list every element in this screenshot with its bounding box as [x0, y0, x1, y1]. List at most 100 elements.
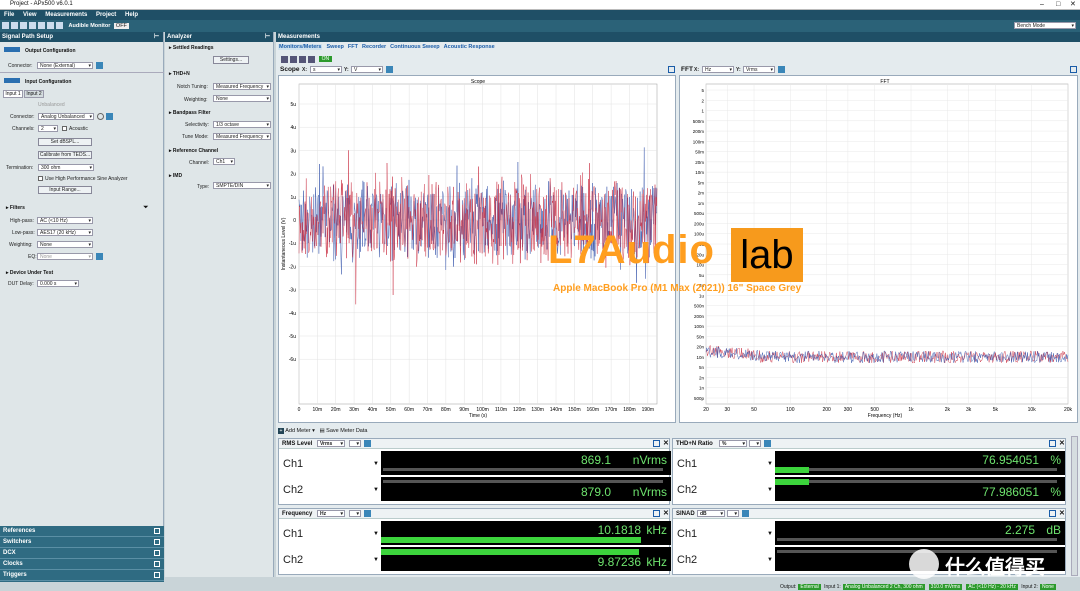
frequency-menu-select[interactable] — [349, 510, 361, 517]
close-icon[interactable]: ✕ — [1059, 509, 1065, 519]
dut-delay-input[interactable]: 0.000 s — [37, 280, 79, 287]
expand-icon[interactable] — [653, 440, 660, 447]
output-connector-select[interactable]: None (External) — [37, 62, 93, 69]
nav-triggers[interactable]: Triggers — [0, 570, 164, 581]
thdn-menu-select[interactable] — [749, 440, 761, 447]
imd-type-select[interactable]: SMPTE/DIN — [213, 182, 271, 189]
dropdown-icon[interactable]: ▼ — [767, 557, 773, 563]
tab-input-2[interactable]: Input 2 — [24, 90, 44, 98]
fft-x-unit-select[interactable]: Hz — [702, 66, 734, 73]
weighting-select[interactable]: None — [37, 241, 93, 248]
scope-y-unit-select[interactable]: V — [351, 66, 383, 73]
pin-icon[interactable]: ⊢ — [154, 32, 159, 42]
menu-view[interactable]: View — [23, 12, 37, 18]
dropdown-icon[interactable]: ▼ — [373, 487, 379, 493]
sinad-unit-select[interactable]: dB — [697, 510, 725, 517]
rms-menu-select[interactable] — [349, 440, 361, 447]
menu-project[interactable]: Project — [96, 12, 116, 18]
expand-icon[interactable] — [1049, 510, 1056, 517]
nav-clocks[interactable]: Clocks — [0, 559, 164, 570]
hp-sine-checkbox[interactable] — [38, 176, 43, 181]
expand-icon[interactable] — [1070, 66, 1077, 73]
tab-fft[interactable]: FFT — [348, 44, 358, 50]
stop-icon[interactable] — [38, 22, 45, 29]
add-meter-icon[interactable]: + — [278, 428, 284, 434]
input-connector-select[interactable]: Analog Unbalanced — [38, 113, 94, 120]
dropdown-icon[interactable]: ▼ — [373, 557, 379, 563]
bench-mode-select[interactable]: Bench Mode — [1014, 22, 1076, 29]
close-icon[interactable]: ✕ — [663, 439, 669, 449]
minimize-button[interactable]: – — [1040, 0, 1044, 9]
gear-icon[interactable] — [386, 66, 393, 73]
gear-icon[interactable] — [106, 113, 113, 120]
dropdown-icon[interactable]: ▼ — [373, 461, 379, 467]
termination-select[interactable]: 300 ohm — [38, 164, 94, 171]
calibrate-teds-button[interactable]: Calibrate from TEDS... — [38, 151, 92, 159]
run-toggle[interactable]: ON — [318, 56, 333, 62]
add-meter-button[interactable]: Add Meter — [285, 428, 310, 434]
nav-dcx[interactable]: DCX — [0, 548, 164, 559]
expand-icon[interactable] — [653, 510, 660, 517]
notch-select[interactable]: Measured Frequency — [213, 83, 271, 90]
settings-icon[interactable] — [56, 22, 63, 29]
tab-input-1[interactable]: Input 1 — [3, 90, 23, 98]
selectivity-select[interactable]: 1/3 octave — [213, 121, 271, 128]
channel-select[interactable]: Ch1 — [213, 158, 235, 165]
new-icon[interactable] — [2, 22, 9, 29]
sinad-menu-select[interactable] — [727, 510, 739, 517]
settings-button[interactable]: Settings... — [213, 56, 249, 64]
grid-icon[interactable] — [290, 56, 297, 63]
tab-acoustic[interactable]: Acoustic Response — [444, 44, 495, 50]
nav-references[interactable]: References — [0, 526, 164, 537]
menu-file[interactable]: File — [4, 12, 14, 18]
close-button[interactable]: ✕ — [1070, 0, 1076, 9]
dropdown-icon[interactable]: ▼ — [767, 531, 773, 537]
gear-icon[interactable] — [364, 510, 371, 517]
expand-icon[interactable] — [1049, 440, 1056, 447]
scope-x-unit-select[interactable]: s — [310, 66, 342, 73]
menu-measurements[interactable]: Measurements — [45, 12, 87, 18]
info-icon[interactable] — [97, 113, 104, 120]
expand-icon[interactable] — [668, 66, 675, 73]
thdn-unit-select[interactable]: % — [719, 440, 747, 447]
input-range-button[interactable]: Input Range... — [38, 186, 92, 194]
audible-monitor-toggle[interactable]: OFF — [113, 23, 129, 29]
filter-icon[interactable]: ⏷ — [143, 204, 149, 212]
gear-icon[interactable] — [778, 66, 785, 73]
tab-recorder[interactable]: Recorder — [362, 44, 386, 50]
gear-icon[interactable] — [364, 440, 371, 447]
list-icon[interactable] — [299, 56, 306, 63]
close-icon[interactable]: ✕ — [1059, 439, 1065, 449]
tab-continuous-sweep[interactable]: Continuous Sweep — [390, 44, 440, 50]
gear-icon[interactable] — [764, 440, 771, 447]
split-icon[interactable] — [308, 56, 315, 63]
play-icon[interactable] — [29, 22, 36, 29]
save-icon[interactable] — [20, 22, 27, 29]
nav-switchers[interactable]: Switchers — [0, 537, 164, 548]
frequency-unit-select[interactable]: Hz — [317, 510, 345, 517]
save-meter-button[interactable]: Save Meter Data — [326, 428, 367, 434]
open-icon[interactable] — [11, 22, 18, 29]
close-icon[interactable]: ✕ — [663, 509, 669, 519]
tab-monitors[interactable]: Monitors/Meters — [278, 44, 323, 50]
dropdown-icon[interactable]: ▼ — [767, 487, 773, 493]
lowpass-select[interactable]: AES17 (20 kHz) — [37, 229, 93, 236]
rms-unit-select[interactable]: Vrms — [317, 440, 345, 447]
analyzer-weighting-select[interactable]: None — [213, 95, 271, 102]
gear-icon[interactable] — [742, 510, 749, 517]
set-dbspl-button[interactable]: Set dBSPL... — [38, 138, 92, 146]
fft-y-unit-select[interactable]: Vrms — [743, 66, 775, 73]
dropdown-icon[interactable]: ▼ — [767, 461, 773, 467]
tab-sweep[interactable]: Sweep — [326, 44, 343, 50]
layout-icon[interactable] — [281, 56, 288, 63]
gear-icon[interactable] — [96, 253, 103, 260]
dropdown-icon[interactable]: ▼ — [373, 531, 379, 537]
menu-help[interactable]: Help — [125, 12, 138, 18]
gear-icon[interactable] — [96, 62, 103, 69]
tune-select[interactable]: Measured Frequency — [213, 133, 271, 140]
pin-icon[interactable]: ⊢ — [265, 32, 270, 42]
highpass-select[interactable]: AC (<10 Hz) — [37, 217, 93, 224]
eq-select[interactable]: None — [37, 253, 93, 260]
maximize-button[interactable]: □ — [1056, 0, 1060, 9]
save-meter-icon[interactable]: ▤ — [319, 428, 324, 434]
